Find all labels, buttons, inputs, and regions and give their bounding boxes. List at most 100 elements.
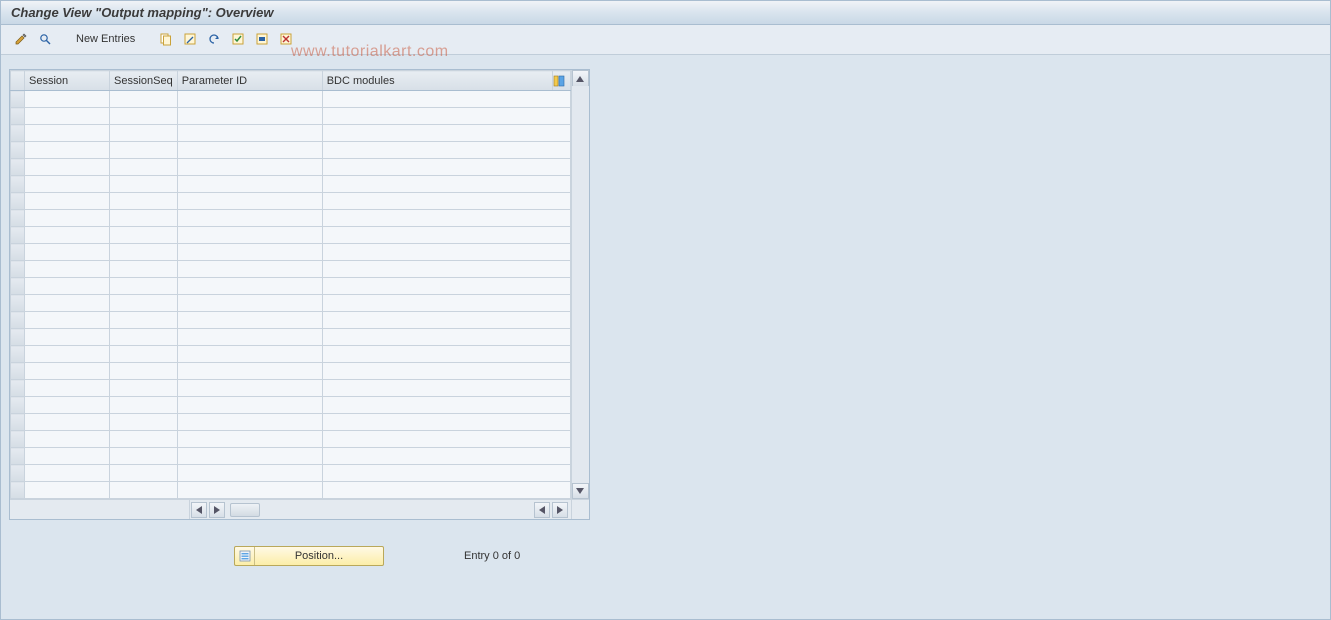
cell-session[interactable]: [25, 176, 110, 193]
cell-bdc-modules[interactable]: [322, 278, 570, 295]
cell-bdc-modules[interactable]: [322, 448, 570, 465]
cell-bdc-modules[interactable]: [322, 329, 570, 346]
cell-session[interactable]: [25, 363, 110, 380]
position-button[interactable]: Position...: [234, 546, 384, 566]
undo-icon[interactable]: [204, 29, 224, 49]
table-row[interactable]: [11, 380, 571, 397]
cell-session-seq[interactable]: [110, 346, 178, 363]
row-selector[interactable]: [11, 108, 25, 125]
delete-icon[interactable]: [180, 29, 200, 49]
cell-session[interactable]: [25, 108, 110, 125]
cell-bdc-modules[interactable]: [322, 431, 570, 448]
cell-session-seq[interactable]: [110, 380, 178, 397]
cell-bdc-modules[interactable]: [322, 91, 570, 108]
cell-bdc-modules[interactable]: [322, 414, 570, 431]
cell-bdc-modules[interactable]: [322, 261, 570, 278]
table-row[interactable]: [11, 397, 571, 414]
row-selector[interactable]: [11, 397, 25, 414]
cell-session-seq[interactable]: [110, 465, 178, 482]
table-row[interactable]: [11, 295, 571, 312]
table-row[interactable]: [11, 448, 571, 465]
cell-parameter-id[interactable]: [177, 397, 322, 414]
cell-session-seq[interactable]: [110, 176, 178, 193]
cell-bdc-modules[interactable]: [322, 363, 570, 380]
cell-session[interactable]: [25, 448, 110, 465]
table-row[interactable]: [11, 482, 571, 499]
cell-parameter-id[interactable]: [177, 482, 322, 499]
cell-bdc-modules[interactable]: [322, 312, 570, 329]
table-row[interactable]: [11, 414, 571, 431]
row-selector[interactable]: [11, 329, 25, 346]
row-selector[interactable]: [11, 312, 25, 329]
row-selector[interactable]: [11, 227, 25, 244]
cell-session-seq[interactable]: [110, 193, 178, 210]
cell-session[interactable]: [25, 414, 110, 431]
cell-parameter-id[interactable]: [177, 295, 322, 312]
table-row[interactable]: [11, 363, 571, 380]
scroll-up-icon[interactable]: [572, 70, 589, 86]
cell-parameter-id[interactable]: [177, 125, 322, 142]
cell-parameter-id[interactable]: [177, 346, 322, 363]
row-selector[interactable]: [11, 176, 25, 193]
scroll-left-icon[interactable]: [534, 502, 550, 518]
cell-bdc-modules[interactable]: [322, 142, 570, 159]
cell-bdc-modules[interactable]: [322, 482, 570, 499]
cell-session-seq[interactable]: [110, 329, 178, 346]
cell-session[interactable]: [25, 482, 110, 499]
col-header-session[interactable]: Session: [25, 71, 110, 91]
cell-session-seq[interactable]: [110, 397, 178, 414]
table-row[interactable]: [11, 142, 571, 159]
cell-parameter-id[interactable]: [177, 312, 322, 329]
cell-bdc-modules[interactable]: [322, 380, 570, 397]
cell-session-seq[interactable]: [110, 125, 178, 142]
table-row[interactable]: [11, 108, 571, 125]
cell-bdc-modules[interactable]: [322, 193, 570, 210]
cell-session[interactable]: [25, 159, 110, 176]
row-selector[interactable]: [11, 159, 25, 176]
cell-parameter-id[interactable]: [177, 363, 322, 380]
cell-session-seq[interactable]: [110, 448, 178, 465]
cell-bdc-modules[interactable]: [322, 210, 570, 227]
cell-session[interactable]: [25, 312, 110, 329]
row-selector[interactable]: [11, 465, 25, 482]
row-selector[interactable]: [11, 346, 25, 363]
row-selector[interactable]: [11, 278, 25, 295]
cell-session[interactable]: [25, 227, 110, 244]
cell-session[interactable]: [25, 244, 110, 261]
scroll-left-first-icon[interactable]: [191, 502, 207, 518]
cell-session[interactable]: [25, 210, 110, 227]
col-header-parameter-id[interactable]: Parameter ID: [177, 71, 322, 91]
row-selector[interactable]: [11, 448, 25, 465]
cell-parameter-id[interactable]: [177, 210, 322, 227]
cell-session[interactable]: [25, 380, 110, 397]
cell-parameter-id[interactable]: [177, 278, 322, 295]
col-header-session-seq[interactable]: SessionSeq: [110, 71, 178, 91]
cell-parameter-id[interactable]: [177, 261, 322, 278]
new-entries-button[interactable]: New Entries: [69, 30, 142, 48]
cell-parameter-id[interactable]: [177, 193, 322, 210]
row-selector[interactable]: [11, 91, 25, 108]
table-configure-icon[interactable]: [552, 71, 570, 91]
cell-parameter-id[interactable]: [177, 142, 322, 159]
cell-parameter-id[interactable]: [177, 159, 322, 176]
cell-session-seq[interactable]: [110, 295, 178, 312]
cell-bdc-modules[interactable]: [322, 346, 570, 363]
table-row[interactable]: [11, 176, 571, 193]
cell-bdc-modules[interactable]: [322, 125, 570, 142]
col-header-bdc-modules[interactable]: BDC modules: [322, 71, 552, 91]
copy-as-icon[interactable]: [156, 29, 176, 49]
table-row[interactable]: [11, 227, 571, 244]
row-selector[interactable]: [11, 210, 25, 227]
cell-session[interactable]: [25, 142, 110, 159]
select-block-icon[interactable]: [252, 29, 272, 49]
cell-session-seq[interactable]: [110, 261, 178, 278]
table-row[interactable]: [11, 210, 571, 227]
cell-session-seq[interactable]: [110, 278, 178, 295]
table-row[interactable]: [11, 329, 571, 346]
cell-session-seq[interactable]: [110, 210, 178, 227]
cell-session[interactable]: [25, 465, 110, 482]
cell-bdc-modules[interactable]: [322, 465, 570, 482]
cell-bdc-modules[interactable]: [322, 159, 570, 176]
cell-session[interactable]: [25, 91, 110, 108]
row-selector[interactable]: [11, 142, 25, 159]
